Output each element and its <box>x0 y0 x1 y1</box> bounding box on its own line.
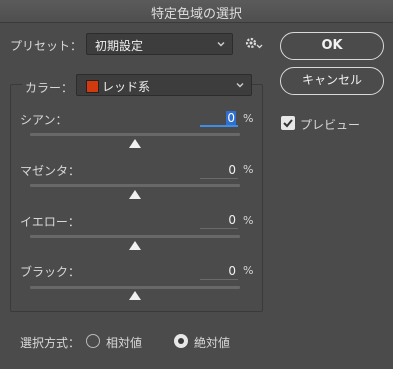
relative-radio[interactable] <box>86 334 100 348</box>
color-value: レッド系 <box>102 80 151 94</box>
absolute-radio[interactable] <box>174 334 188 348</box>
black-slider-track[interactable] <box>30 286 240 289</box>
magenta-slider-track[interactable] <box>30 184 240 187</box>
preview-checkbox[interactable] <box>281 116 295 130</box>
magenta-slider-thumb[interactable] <box>129 190 141 199</box>
color-swatch <box>86 80 99 93</box>
method-label: 選択方式： <box>20 336 81 350</box>
magenta-unit: % <box>243 163 254 176</box>
color-label: カラー： <box>22 79 77 96</box>
cyan-input[interactable]: 0 <box>200 109 238 127</box>
checkmark-icon <box>283 119 293 128</box>
black-unit: % <box>243 264 254 277</box>
yellow-label: イエロー： <box>20 215 80 229</box>
black-value: 0 <box>228 264 236 278</box>
selective-color-dialog: 特定色域の選択 プリセット： 初期設定 OK キャンセル プレビュー カラー： … <box>0 0 393 369</box>
black-slider-thumb[interactable] <box>129 291 141 300</box>
black-input[interactable]: 0 <box>200 262 238 280</box>
magenta-label: マゼンタ： <box>20 164 81 178</box>
cyan-label: シアン： <box>20 113 68 127</box>
preset-select[interactable]: 初期設定 <box>86 33 233 55</box>
preview-label[interactable]: プレビュー <box>300 116 360 133</box>
cyan-slider-track[interactable] <box>30 133 240 136</box>
preset-label: プリセット： <box>10 39 83 53</box>
cyan-value: 0 <box>226 111 236 125</box>
black-label: ブラック： <box>20 265 81 279</box>
color-select[interactable]: レッド系 <box>76 74 252 96</box>
yellow-input[interactable]: 0 <box>200 211 238 229</box>
dialog-title: 特定色域の選択 <box>150 7 242 22</box>
cyan-unit: % <box>243 112 254 125</box>
magenta-input[interactable]: 0 <box>200 161 238 179</box>
preset-value: 初期設定 <box>95 39 144 53</box>
title-bar[interactable]: 特定色域の選択 <box>0 0 393 23</box>
cancel-button[interactable]: キャンセル <box>280 67 384 95</box>
absolute-label[interactable]: 絶対値 <box>194 334 230 351</box>
chevron-down-icon <box>236 83 244 88</box>
yellow-slider-thumb[interactable] <box>129 241 141 250</box>
magenta-value: 0 <box>228 163 236 177</box>
yellow-slider-track[interactable] <box>30 235 240 238</box>
ok-button[interactable]: OK <box>280 32 384 60</box>
gear-icon[interactable] <box>244 35 264 51</box>
chevron-down-icon <box>217 42 225 47</box>
yellow-value: 0 <box>228 213 236 227</box>
relative-label[interactable]: 相対値 <box>106 334 142 351</box>
yellow-unit: % <box>243 214 254 227</box>
cyan-slider-thumb[interactable] <box>129 139 141 148</box>
